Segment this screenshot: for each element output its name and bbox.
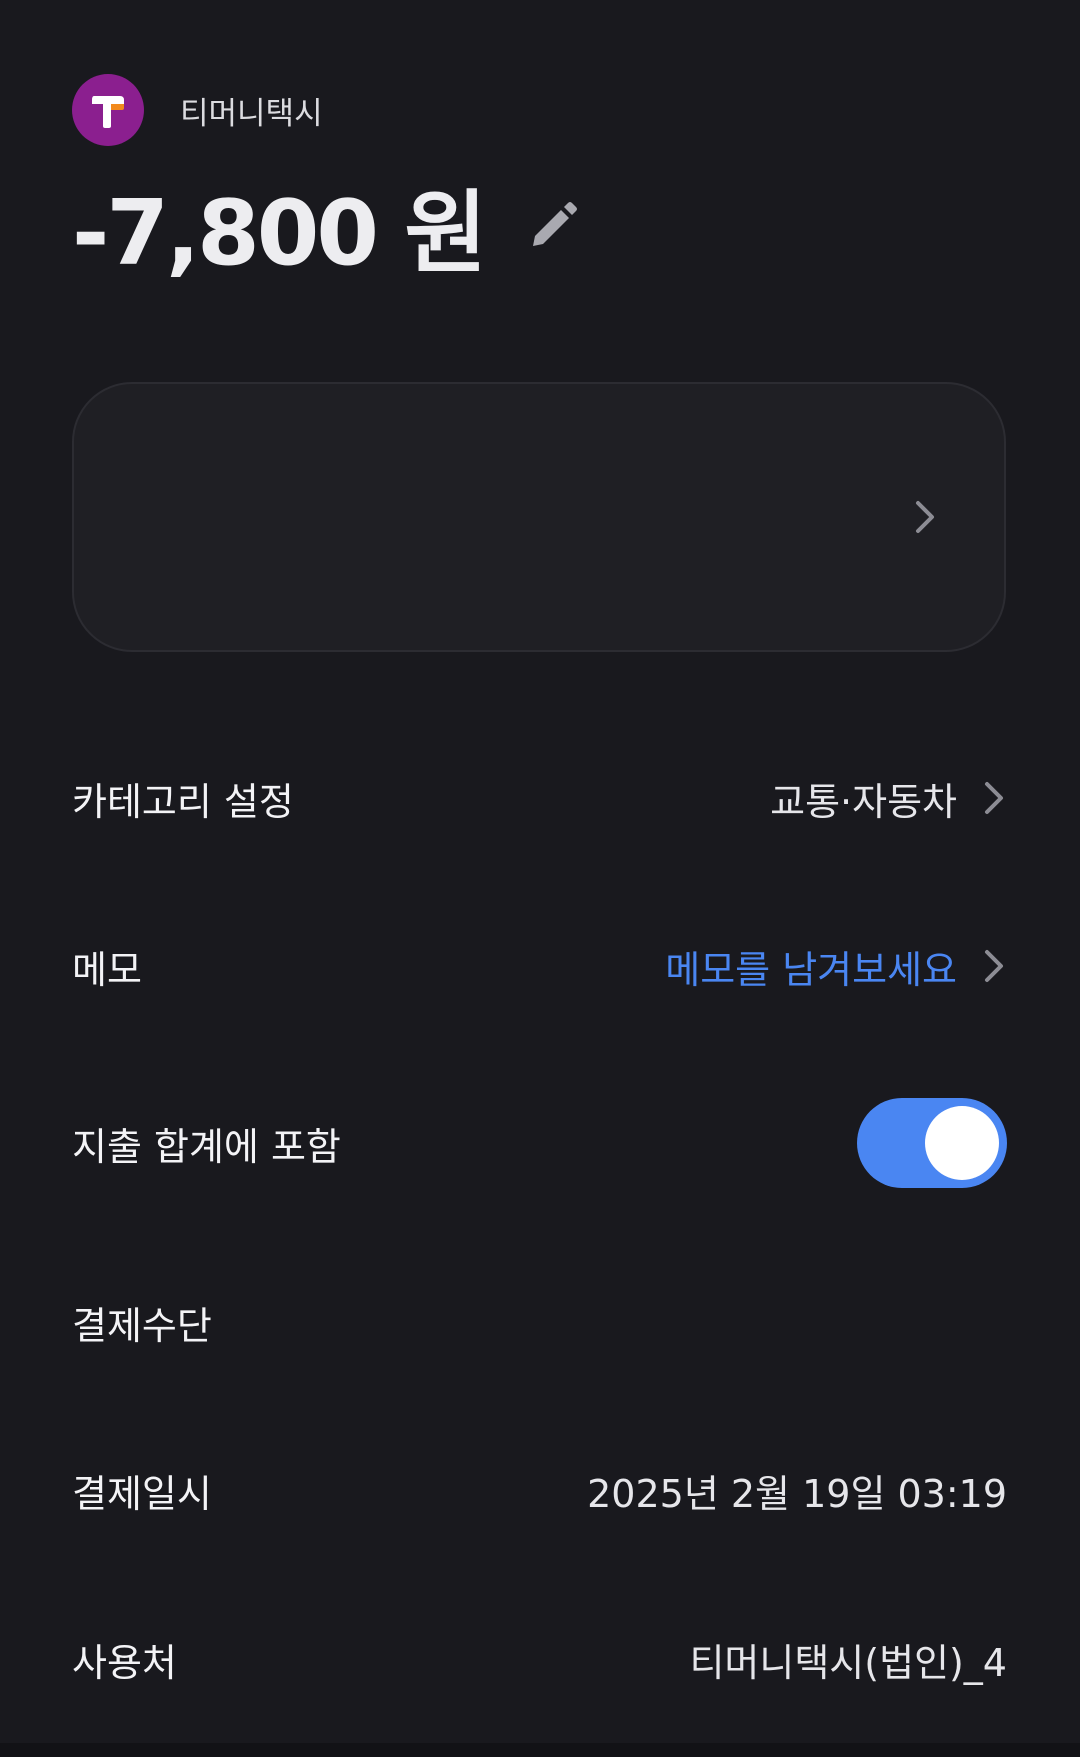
edit-amount-button[interactable] xyxy=(522,193,586,257)
pencil-icon xyxy=(533,202,578,246)
memo-placeholder[interactable]: 메모를 남겨보세요 xyxy=(665,939,957,994)
merchant-detail-label: 사용처 xyxy=(72,1640,177,1685)
merchant-detail-row: 사용처 티머니택시(법인)_4 xyxy=(72,1619,1007,1699)
chevron-right-icon xyxy=(985,950,1003,982)
chevron-right-icon xyxy=(985,782,1003,814)
memo-label: 메모 xyxy=(72,947,142,992)
payment-method-label: 결제수단 xyxy=(72,1303,212,1348)
tmoney-logo-icon xyxy=(92,96,124,128)
bottom-edge xyxy=(0,1743,1080,1757)
merchant-name: 티머니택시 xyxy=(180,95,323,132)
payment-method-row: 결제수단 xyxy=(72,1282,1007,1362)
transaction-amount: -7,800 원 xyxy=(72,181,487,286)
include-in-total-label: 지출 합계에 포함 xyxy=(72,1124,341,1169)
include-in-total-row: 지출 합계에 포함 xyxy=(72,1098,1007,1188)
payment-date-label: 결제일시 xyxy=(72,1471,212,1516)
merchant-logo xyxy=(72,74,144,146)
payment-date-row: 결제일시 2025년 2월 19일 03:19 xyxy=(72,1450,1007,1530)
merchant-header: 티머니택시 xyxy=(72,74,323,146)
category-row[interactable]: 카테고리 설정 교통·자동차 xyxy=(72,758,1007,838)
category-label: 카테고리 설정 xyxy=(72,779,294,824)
category-value-group: 교통·자동차 xyxy=(770,771,1007,826)
amount-row: -7,800 원 xyxy=(72,170,586,286)
merchant-detail-value: 티머니택시(법인)_4 xyxy=(689,1640,1007,1685)
payment-date-value: 2025년 2월 19일 03:19 xyxy=(587,1471,1007,1516)
memo-value-group: 메모를 남겨보세요 xyxy=(665,939,1007,994)
toggle-knob xyxy=(925,1106,999,1180)
transaction-info-card[interactable] xyxy=(72,382,1006,652)
category-value: 교통·자동차 xyxy=(770,779,957,824)
memo-row[interactable]: 메모 메모를 남겨보세요 xyxy=(72,926,1007,1006)
chevron-right-icon xyxy=(916,501,934,533)
include-in-total-toggle[interactable] xyxy=(857,1098,1007,1188)
